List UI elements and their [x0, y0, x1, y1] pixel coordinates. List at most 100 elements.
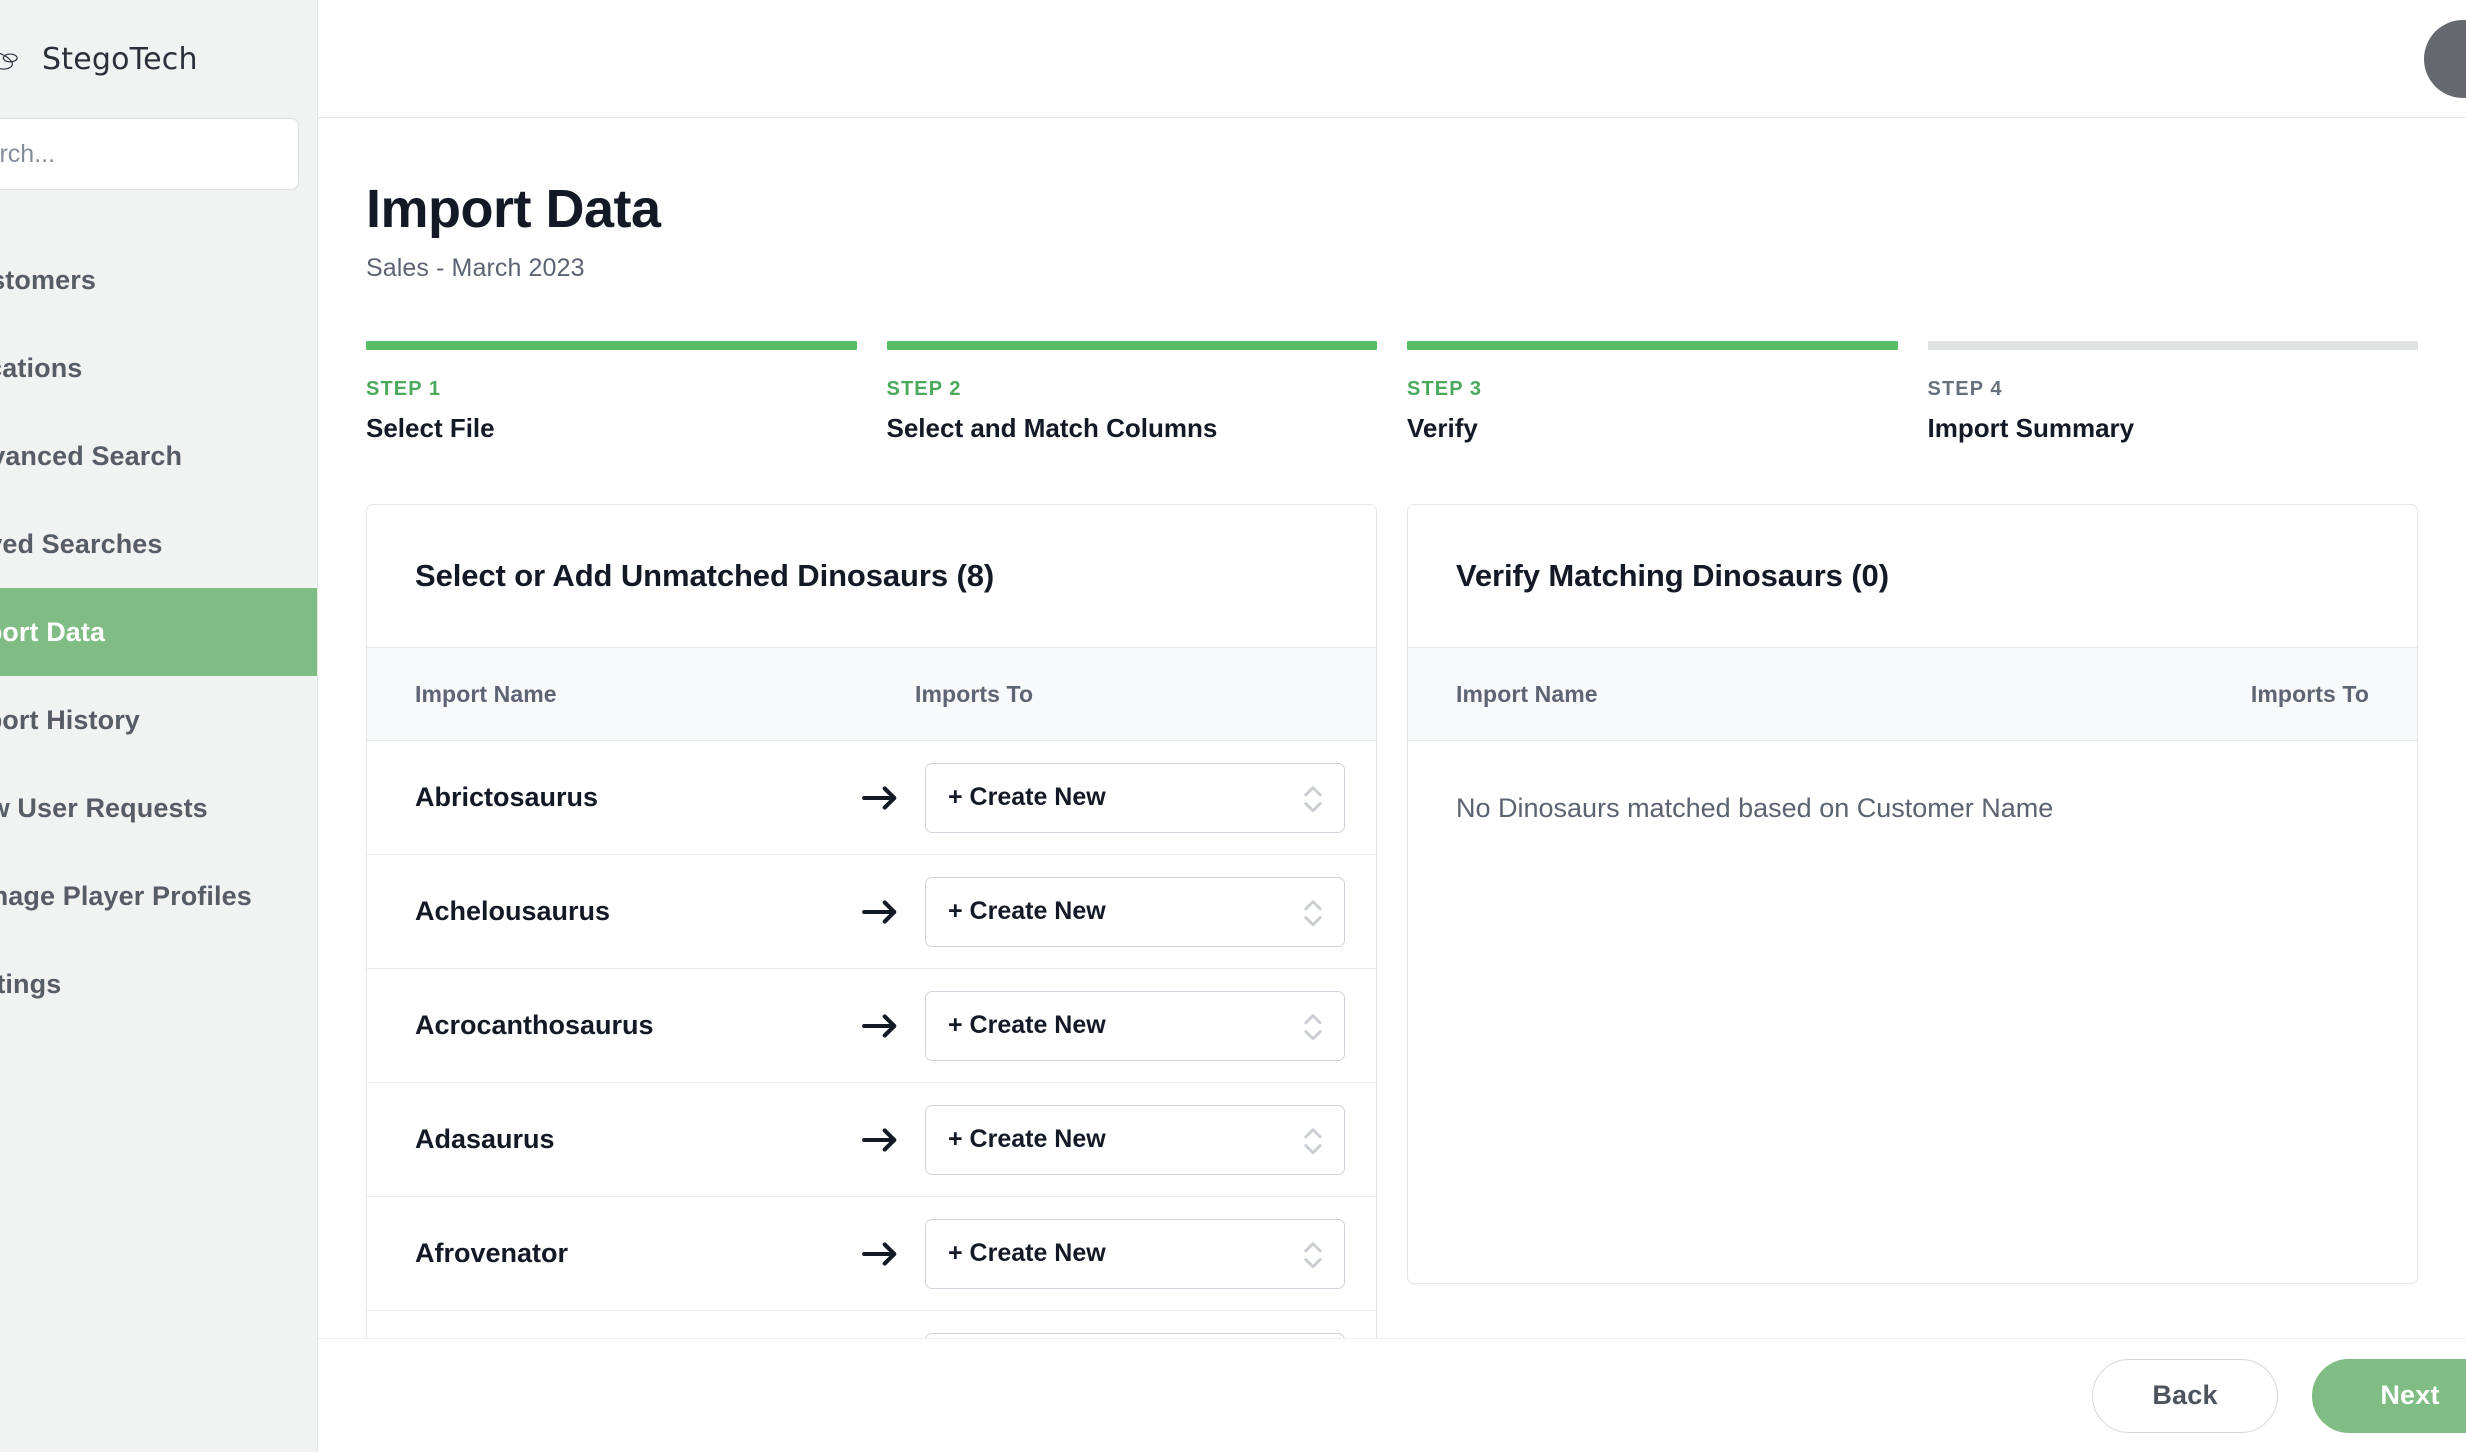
step-2[interactable]: STEP 2 Select and Match Columns — [886, 341, 1377, 444]
step-progress-bar — [366, 341, 857, 350]
page-subtitle: Sales - March 2023 — [366, 254, 585, 282]
sidebar-item-label: Import History — [0, 704, 140, 735]
import-name-cell: Adasaurus — [415, 1124, 555, 1154]
stegosaurus-logo-icon — [0, 27, 24, 91]
step-number: STEP 2 — [886, 378, 962, 400]
step-number: STEP 1 — [366, 378, 442, 400]
sidebar-item-locations[interactable]: Locations — [0, 324, 317, 412]
back-button[interactable]: Back — [2092, 1358, 2278, 1433]
panel-header: Select or Add Unmatched Dinosaurs (8) — [367, 505, 1376, 647]
chevron-up-down-icon — [1300, 1007, 1326, 1045]
sidebar-item-label: Import Data — [0, 616, 106, 647]
imports-to-cell: + Create New — [925, 762, 1345, 833]
step-3[interactable]: STEP 3 Verify — [1407, 341, 1898, 444]
main-area: Import Data Sales - March 2023 STEP 1 Se… — [318, 0, 2466, 1452]
table-row: Abrictosaurus + Create New — [367, 741, 1376, 855]
imports-to-cell: + Create New — [925, 876, 1345, 947]
column-header-import-name: Import Name — [415, 680, 557, 707]
step-label: Verify — [1407, 413, 1478, 443]
page-content: Import Data Sales - March 2023 STEP 1 Se… — [318, 118, 2466, 1338]
imports-to-select[interactable]: + Create New — [925, 990, 1345, 1061]
imports-to-select[interactable]: + Create New — [925, 876, 1345, 947]
brand: StegoTech — [0, 0, 317, 118]
arrow-right-icon — [835, 1011, 925, 1041]
arrow-right-icon — [835, 1239, 925, 1269]
step-progress-bar — [1927, 341, 2418, 350]
step-number: STEP 4 — [1927, 378, 2003, 400]
table-row: Achelousaurus + Create New — [367, 855, 1376, 969]
step-label: Select File — [366, 413, 495, 443]
step-1[interactable]: STEP 1 Select File — [366, 341, 857, 444]
column-header-imports-to: Imports To — [2250, 680, 2369, 707]
sidebar-item-manage-player-profiles[interactable]: Manage Player Profiles — [0, 852, 317, 940]
chevron-up-down-icon — [1300, 1121, 1326, 1159]
step-progress-bar — [886, 341, 1377, 350]
table-header-row: Import Name Imports To — [367, 647, 1376, 741]
sidebar-item-import-data[interactable]: Import Data — [0, 588, 317, 676]
panels: Select or Add Unmatched Dinosaurs (8) Im… — [366, 504, 2418, 1338]
table-header-row: Import Name Imports To — [1408, 647, 2417, 741]
table-row: Afrovenator + Create New — [367, 1197, 1376, 1311]
unmatched-dinosaurs-panel: Select or Add Unmatched Dinosaurs (8) Im… — [366, 504, 1377, 1338]
import-name-cell: Achelousaurus — [415, 896, 611, 926]
brand-name: StegoTech — [42, 41, 198, 77]
column-header-import-name: Import Name — [1456, 680, 1598, 707]
stepper: STEP 1 Select File STEP 2 Select and Mat… — [366, 341, 2418, 444]
app-root: StegoTech Customers — [0, 0, 2466, 1452]
next-button[interactable]: Next — [2312, 1358, 2466, 1433]
chevron-up-down-icon — [1300, 893, 1326, 931]
sidebar-item-label: Advanced Search — [0, 440, 183, 471]
avatar-icon[interactable] — [2424, 19, 2466, 98]
panel-title: Verify Matching Dinosaurs (0) — [1456, 558, 1889, 593]
select-value: + Create New — [948, 897, 1106, 925]
select-value: + Create New — [948, 1011, 1106, 1039]
step-4[interactable]: STEP 4 Import Summary — [1927, 341, 2418, 444]
step-label: Import Summary — [1927, 413, 2135, 443]
import-name-cell: Afrovenator — [415, 1238, 569, 1268]
table-row: Adasaurus + Create New — [367, 1083, 1376, 1197]
sidebar-item-new-user-requests[interactable]: New User Requests — [0, 764, 317, 852]
imports-to-select[interactable]: + Create New — [925, 762, 1345, 833]
arrow-right-icon — [835, 1125, 925, 1155]
topbar — [318, 0, 2466, 118]
sidebar-nav: Customers Locations Advanced Search — [0, 236, 317, 1028]
chevron-up-down-icon — [1300, 779, 1326, 817]
matching-dinosaurs-panel: Verify Matching Dinosaurs (0) Import Nam… — [1407, 504, 2418, 1284]
imports-to-cell: + Create New — [925, 1218, 1345, 1289]
column-header-imports-to: Imports To — [915, 680, 1034, 707]
search-input[interactable] — [0, 139, 278, 169]
step-label: Select and Match Columns — [886, 413, 1218, 443]
sidebar-item-label: Manage Player Profiles — [0, 880, 252, 911]
sidebar-item-label: Settings — [0, 968, 62, 999]
import-name-cell: Abrictosaurus — [415, 782, 599, 812]
arrow-right-icon — [835, 897, 925, 927]
imports-to-select[interactable]: + Create New — [925, 1218, 1345, 1289]
sidebar-item-import-history[interactable]: Import History — [0, 676, 317, 764]
select-value: + Create New — [948, 1239, 1106, 1267]
sidebar-item-saved-searches[interactable]: Saved Searches — [0, 500, 317, 588]
empty-state: No Dinosaurs matched based on Customer N… — [1408, 741, 2417, 1283]
sidebar-item-settings[interactable]: Settings — [0, 940, 317, 1028]
chevron-up-down-icon — [1300, 1235, 1326, 1273]
sidebar-item-advanced-search[interactable]: Advanced Search — [0, 412, 317, 500]
panel-title: Select or Add Unmatched Dinosaurs (8) — [415, 558, 995, 593]
arrow-right-icon — [835, 783, 925, 813]
panel-header: Verify Matching Dinosaurs (0) — [1408, 505, 2417, 647]
select-value: + Create New — [948, 1125, 1106, 1153]
page-title: Import Data — [366, 179, 661, 239]
imports-to-cell: + Create New — [925, 990, 1345, 1061]
step-number: STEP 3 — [1407, 378, 1483, 400]
search-box[interactable] — [0, 118, 299, 190]
footer-actions: Back Next — [318, 1338, 2466, 1452]
sidebar-item-label: Customers — [0, 264, 96, 295]
sidebar-item-label: Locations — [0, 352, 83, 383]
imports-to-cell: + Create New — [925, 1104, 1345, 1175]
select-value: + Create New — [948, 783, 1106, 811]
sidebar: StegoTech Customers — [0, 0, 318, 1452]
table-row: Acrocanthosaurus + Create New — [367, 969, 1376, 1083]
import-name-cell: Acrocanthosaurus — [415, 1010, 654, 1040]
imports-to-select[interactable]: + Create New — [925, 1104, 1345, 1175]
sidebar-item-customers[interactable]: Customers — [0, 236, 317, 324]
search-container — [0, 118, 317, 190]
empty-state-message: No Dinosaurs matched based on Customer N… — [1456, 793, 2054, 823]
